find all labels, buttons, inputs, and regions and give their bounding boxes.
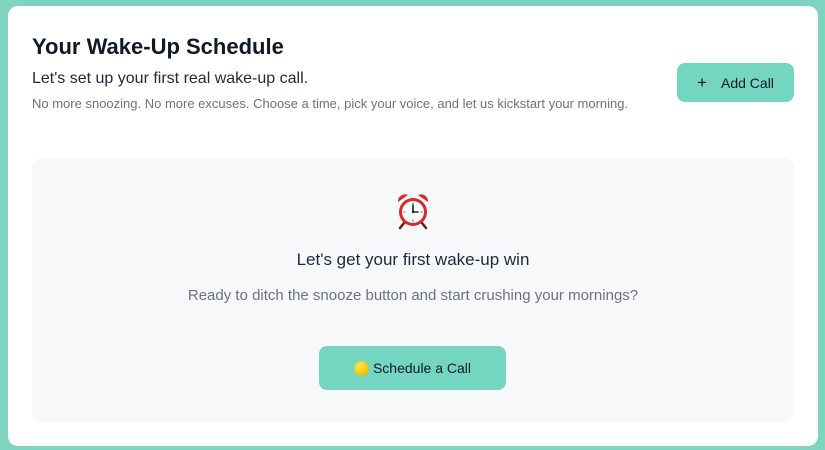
page-title: Your Wake-Up Schedule xyxy=(32,34,284,59)
yellow-circle-icon xyxy=(353,360,369,376)
wake-up-schedule-card: Your Wake-Up Schedule Let's set up your … xyxy=(8,6,818,446)
plus-icon: + xyxy=(697,73,707,92)
add-call-label: Add Call xyxy=(721,74,774,91)
add-call-button[interactable]: + Add Call xyxy=(677,63,794,102)
alarm-clock-icon xyxy=(397,194,429,230)
schedule-call-button[interactable]: Schedule a Call xyxy=(319,346,506,390)
page-description: No more snoozing. No more excuses. Choos… xyxy=(32,96,629,111)
empty-state-text: Ready to ditch the snooze button and sta… xyxy=(187,287,639,304)
empty-state-panel: Let's get your first wake-up win Ready t… xyxy=(32,158,794,422)
empty-state-heading: Let's get your first wake-up win xyxy=(296,250,530,269)
page-subtitle: Let's set up your first real wake-up cal… xyxy=(32,70,309,87)
schedule-call-label: Schedule a Call xyxy=(372,360,472,376)
